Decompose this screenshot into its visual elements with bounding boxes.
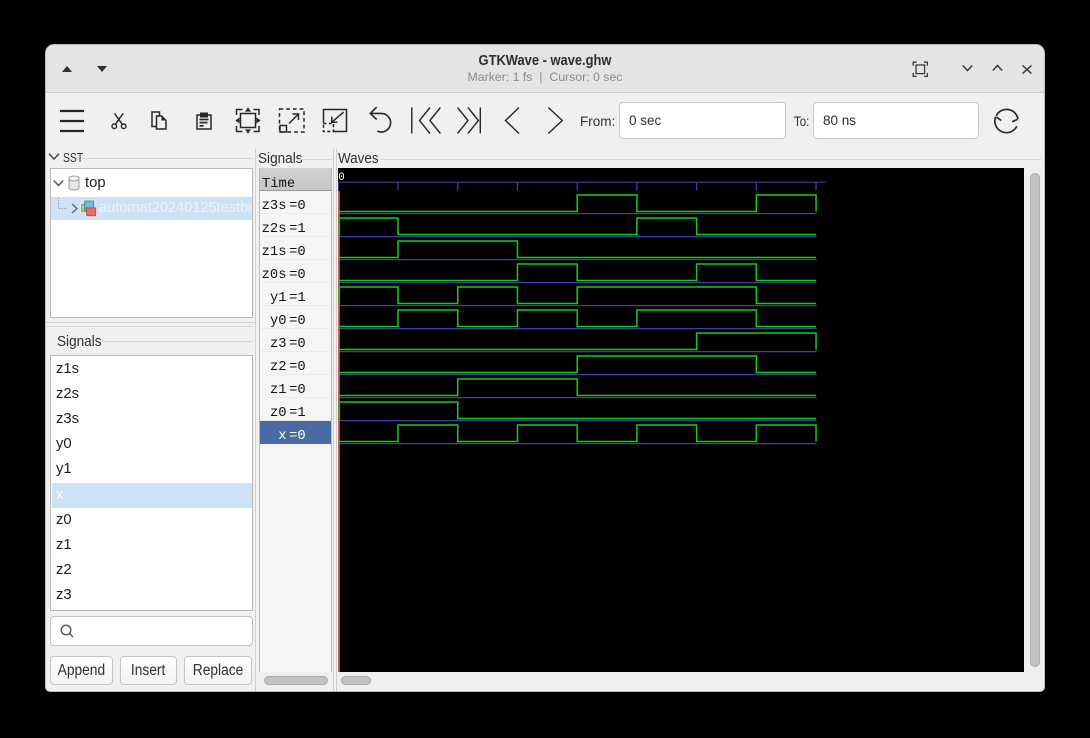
svg-text:0: 0 xyxy=(338,172,344,184)
